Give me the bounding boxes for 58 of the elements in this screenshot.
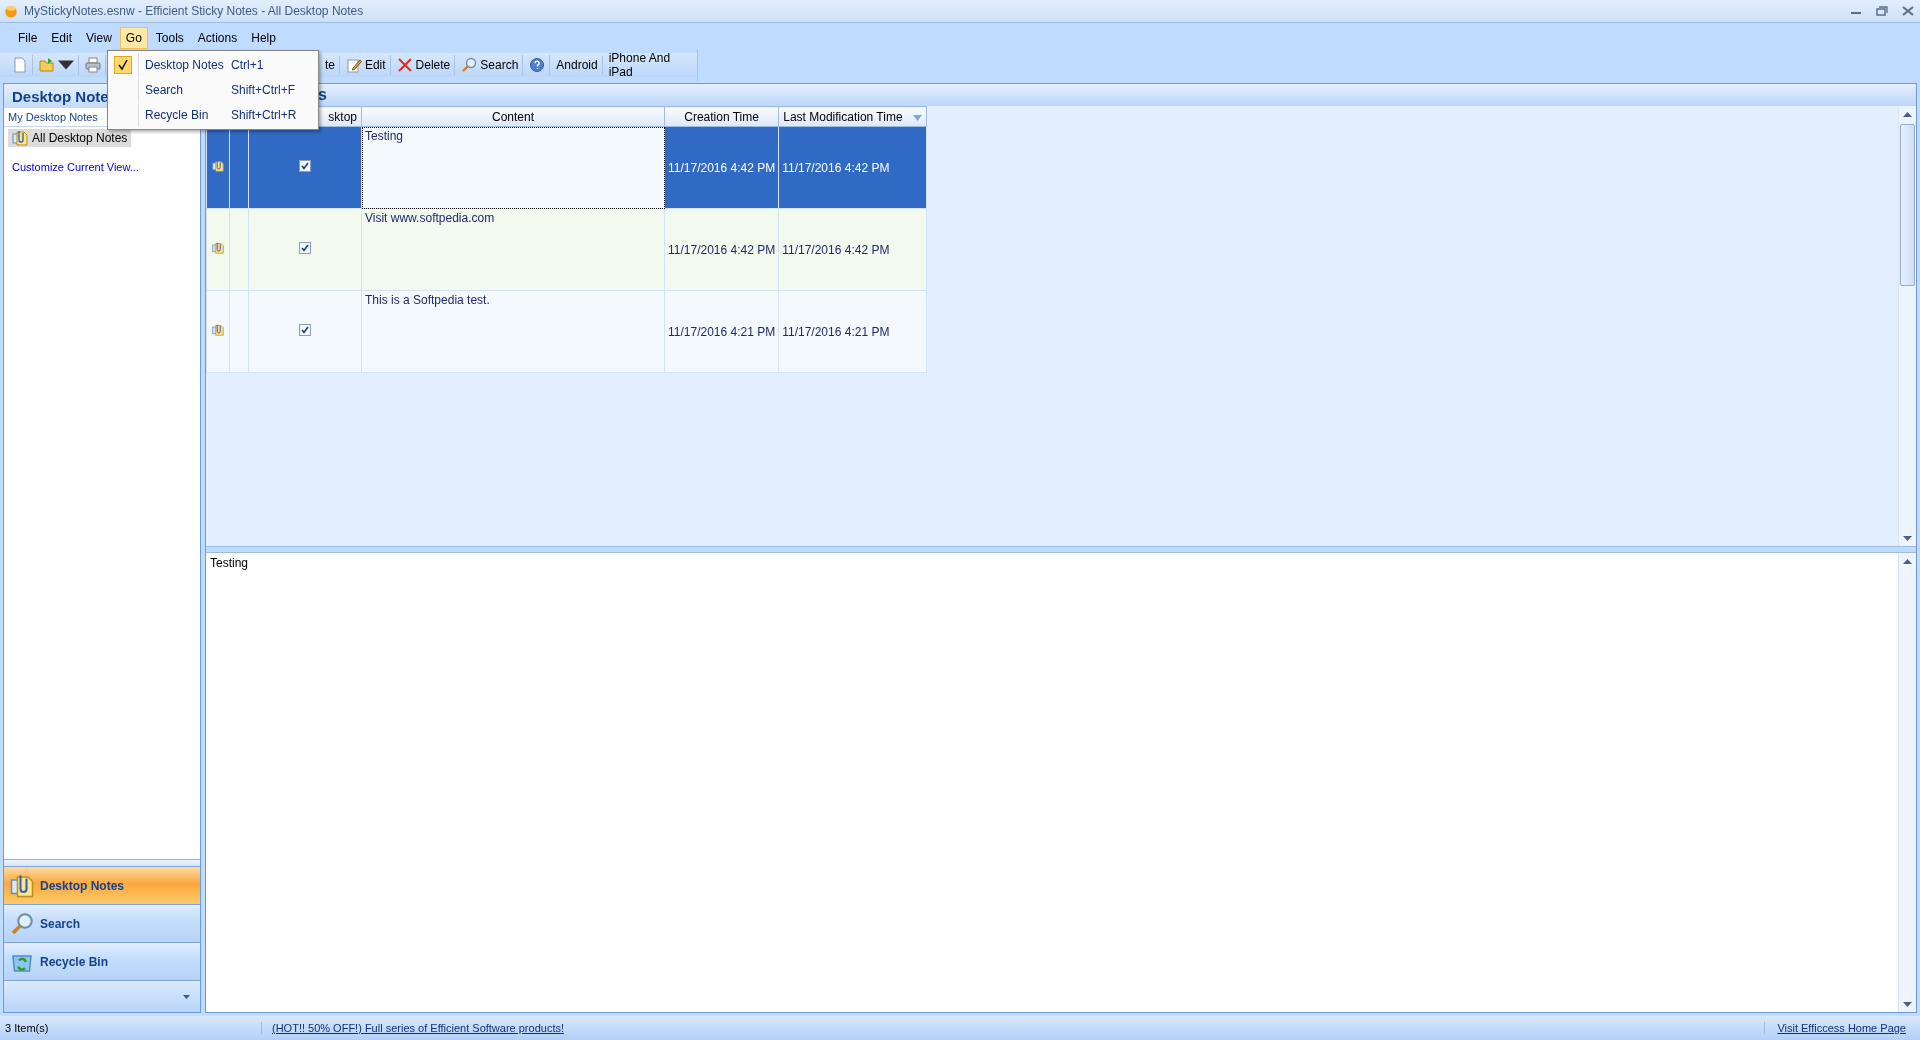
checkbox[interactable] <box>299 242 311 254</box>
menu-item[interactable]: Actions <box>191 27 244 49</box>
splitter-grip[interactable] <box>4 859 200 866</box>
checkbox[interactable] <box>299 160 311 172</box>
table-cell: Testing <box>361 126 665 209</box>
note-icon <box>10 873 34 898</box>
home-page-link[interactable]: Visit Efficcess Home Page <box>1764 1022 1920 1034</box>
item-count: 3 Item(s) <box>4 1022 50 1034</box>
nav-button[interactable]: Recycle Bin <box>4 942 200 980</box>
promo-link[interactable]: (HOT!! 50% OFF!) Full series of Efficient Software products! <box>261 1022 1765 1034</box>
window-title: MyStickyNotes.esnw - Efficient Sticky Notes - All Desktop Notes <box>24 4 365 18</box>
search-icon <box>10 911 34 936</box>
menu-item[interactable]: File <box>12 27 44 49</box>
note-icon <box>212 160 224 172</box>
menu-item[interactable]: Help <box>245 27 282 49</box>
pencil-note-icon <box>345 57 362 73</box>
table-cell: 11/17/2016 4:21 PM <box>778 290 927 373</box>
nav-button[interactable]: Desktop Notes <box>4 866 200 904</box>
note-preview: Testing <box>209 555 250 572</box>
table-cell: 11/17/2016 4:21 PM <box>664 290 779 373</box>
toolbar-button[interactable]: iPhone And iPad <box>604 49 698 81</box>
note-icon <box>212 324 224 336</box>
restore-icon[interactable] <box>1876 6 1888 16</box>
customize-link[interactable]: Customize Current View... <box>8 161 139 173</box>
menu-item[interactable]: Tools <box>149 27 190 49</box>
toolbar-button[interactable]: Search <box>457 55 524 75</box>
search-icon <box>461 57 478 73</box>
delete-icon <box>396 57 413 73</box>
table-cell: 11/17/2016 4:42 PM <box>778 208 927 291</box>
toolbar-button[interactable]: Edit <box>341 55 391 75</box>
close-icon[interactable] <box>1902 6 1914 16</box>
nav-button[interactable]: Search <box>4 904 200 942</box>
toolbar-button[interactable]: te <box>320 56 340 74</box>
table-cell: 11/17/2016 4:42 PM <box>778 126 927 209</box>
caret-icon[interactable] <box>183 994 190 999</box>
menu-item[interactable]: View <box>80 27 118 49</box>
toolbar-button[interactable]: Delete <box>392 55 456 75</box>
printer-icon[interactable] <box>85 57 101 73</box>
column-header[interactable]: Creation Time <box>664 106 779 127</box>
table-cell: This is a Softpedia test. <box>361 290 665 373</box>
note-icon <box>12 130 28 146</box>
table-cell: 11/17/2016 4:42 PM <box>664 208 779 291</box>
scrollbar[interactable] <box>1898 553 1916 1012</box>
help-icon[interactable] <box>529 57 546 73</box>
column-header[interactable]: Content <box>361 106 665 127</box>
table-cell: Visit www.softpedia.com <box>361 208 665 291</box>
scrollbar[interactable] <box>1898 106 1916 546</box>
toolbar-button[interactable]: Android <box>552 56 603 74</box>
note-icon <box>212 242 224 254</box>
menu-item[interactable]: Go <box>119 27 148 49</box>
app-icon <box>4 4 18 18</box>
column-header[interactable]: Last Modification Time <box>778 106 927 127</box>
scroll-thumb[interactable] <box>1900 124 1915 286</box>
folder-item[interactable]: All Desktop Notes <box>8 129 132 147</box>
table-cell: 11/17/2016 4:42 PM <box>664 126 779 209</box>
checkbox[interactable] <box>299 324 311 336</box>
menu-entry[interactable]: Desktop Notes Ctrl+1 <box>108 53 318 77</box>
menu-item[interactable]: Edit <box>45 27 79 49</box>
